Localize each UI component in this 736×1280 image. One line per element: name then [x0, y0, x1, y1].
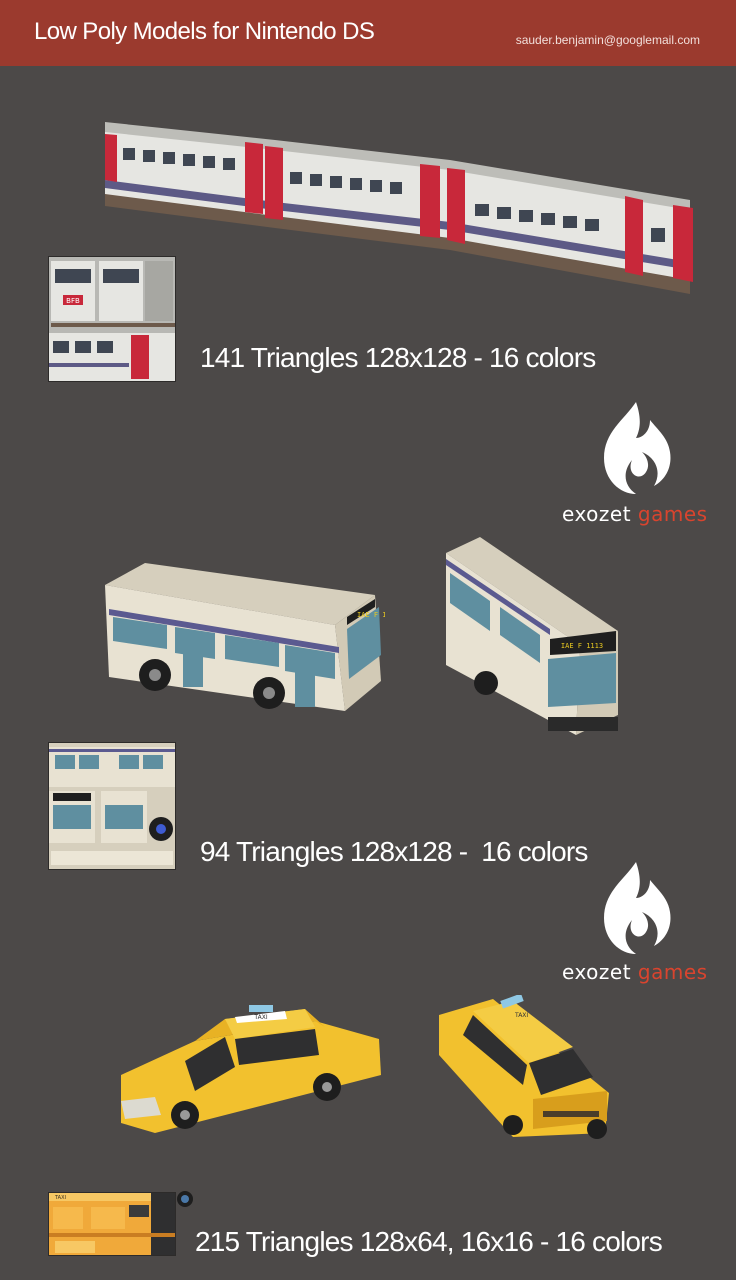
logo-word-exozet: exozet	[562, 502, 632, 526]
bus-caption: 94 Triangles 128x128 - 16 colors	[200, 836, 588, 867]
header-bar: Low Poly Models for Nintendo DS sauder.b…	[0, 0, 736, 66]
train-texture: BFB	[48, 256, 176, 382]
taxi-roof-sign: TAXI	[253, 1014, 267, 1021]
train-texture-label: BFB	[66, 297, 80, 305]
logo-word-games: games	[637, 960, 708, 984]
bus-destination-sign: IAE F 1113	[357, 611, 385, 619]
page-title: Low Poly Models for Nintendo DS	[34, 18, 375, 45]
logo-word-games: games	[637, 502, 708, 526]
flame-logo-icon	[604, 862, 671, 954]
taxi-caption: 215 Triangles 128x64, 16x16 - 16 colors	[195, 1226, 663, 1257]
wheel-texture	[177, 1191, 193, 1207]
author-email[interactable]: sauder.benjamin@googlemail.com	[516, 33, 700, 47]
train-caption: 141 Triangles 128x128 - 16 colors	[200, 342, 596, 373]
exozet-logo-text: exozet games	[562, 502, 708, 526]
train-model-render	[105, 122, 693, 294]
bus-front-render: IAE F 1113	[446, 537, 618, 735]
taxi-side-render: TAXI	[121, 1005, 381, 1133]
taxi-front-render: TAXI	[439, 995, 609, 1139]
train-car-2	[265, 140, 450, 250]
train-car-1	[105, 122, 275, 228]
bus-texture	[48, 742, 176, 870]
bus-side-render: IAE F 1113	[105, 563, 385, 711]
flame-logo-icon	[604, 402, 671, 494]
exozet-logo-text: exozet games	[562, 960, 708, 984]
taxi-front-sign: TAXI	[514, 1012, 528, 1019]
logo-word-exozet: exozet	[562, 960, 632, 984]
taxi-texture-label: TAXI	[54, 1195, 66, 1201]
taxi-texture: TAXI	[48, 1192, 176, 1256]
bus-front-sign: IAE F 1113	[561, 642, 603, 650]
